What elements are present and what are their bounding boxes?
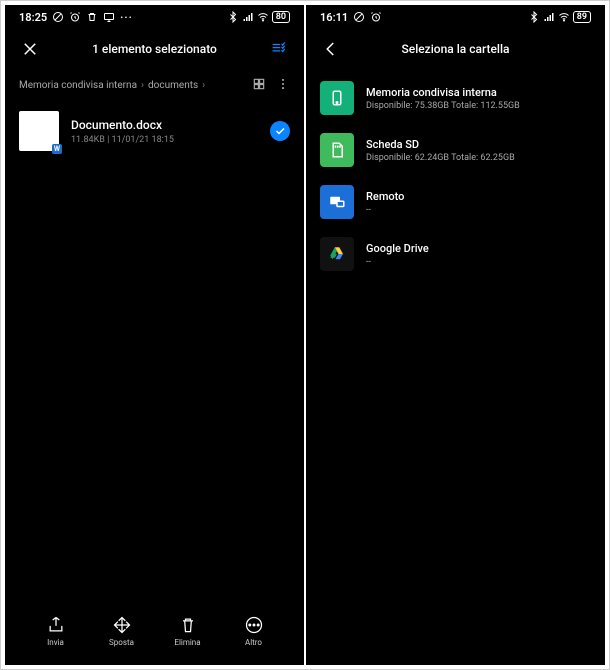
trash-icon <box>86 11 98 23</box>
destination-remote[interactable]: Remoto -- <box>320 185 591 219</box>
file-thumbnail: W <box>19 111 59 151</box>
file-meta: 11.84KB | 11/01/21 18:15 <box>71 135 258 145</box>
close-button[interactable] <box>19 38 41 60</box>
destination-meta: -- <box>366 257 429 267</box>
wifi-icon <box>558 11 570 23</box>
grid-view-button[interactable] <box>252 77 266 94</box>
status-bar: 16:11 89 <box>306 5 605 29</box>
destination-name: Google Drive <box>366 242 429 255</box>
header-title: 1 elemento selezionato <box>5 42 304 56</box>
chevron-right-icon: › <box>202 80 205 91</box>
chevron-right-icon: › <box>141 80 144 91</box>
move-button[interactable]: Sposta <box>100 615 144 647</box>
destination-internal[interactable]: Memoria condivisa interna Disponibile: 7… <box>320 81 591 115</box>
header: 1 elemento selezionato <box>5 29 304 69</box>
signal-icon <box>543 11 555 23</box>
more-label: Altro <box>245 638 262 647</box>
destination-gdrive[interactable]: Google Drive -- <box>320 237 591 271</box>
destination-list: Memoria condivisa interna Disponibile: 7… <box>306 69 605 283</box>
destination-name: Memoria condivisa interna <box>366 86 520 99</box>
header-title: Seleziona la cartella <box>306 42 605 56</box>
destination-name: Scheda SD <box>366 138 515 151</box>
more-options-button[interactable] <box>276 77 290 94</box>
breadcrumb: Memoria condivisa interna › documents › <box>5 69 304 101</box>
back-button[interactable] <box>320 38 342 60</box>
dnd-icon <box>52 11 64 23</box>
bluetooth-icon <box>227 11 239 23</box>
crumb-root[interactable]: Memoria condivisa interna <box>19 80 137 91</box>
more-notifications-icon: ··· <box>120 11 133 24</box>
delete-button[interactable]: Elimina <box>166 615 210 647</box>
google-drive-icon <box>320 237 354 271</box>
screen-file-selection: 18:25 ··· 80 1 elemento selezionato Memo… <box>5 5 304 665</box>
destination-name: Remoto <box>366 190 404 203</box>
signal-icon <box>242 11 254 23</box>
alarm-icon <box>69 11 81 23</box>
alarm-icon <box>370 11 382 23</box>
more-button[interactable]: Altro <box>232 615 276 647</box>
delete-label: Elimina <box>174 638 200 647</box>
clock: 16:11 <box>320 11 348 24</box>
remote-icon <box>320 185 354 219</box>
destination-meta: -- <box>366 205 404 215</box>
selected-check-icon[interactable] <box>270 121 290 141</box>
bottom-action-bar: Invia Sposta Elimina Altro <box>5 607 304 665</box>
send-button[interactable]: Invia <box>34 615 78 647</box>
status-bar: 18:25 ··· 80 <box>5 5 304 29</box>
file-name: Documento.docx <box>71 118 258 132</box>
phone-storage-icon <box>320 81 354 115</box>
dnd-icon <box>353 11 365 23</box>
select-all-button[interactable] <box>268 38 290 60</box>
bluetooth-icon <box>528 11 540 23</box>
wifi-icon <box>257 11 269 23</box>
monitor-icon <box>103 11 115 23</box>
send-label: Invia <box>47 638 64 647</box>
header: Seleziona la cartella <box>306 29 605 69</box>
battery-icon: 80 <box>272 11 290 23</box>
destination-meta: Disponibile: 62.24GB Totale: 62.25GB <box>366 153 515 163</box>
docx-badge-icon: W <box>52 144 62 154</box>
file-item[interactable]: W Documento.docx 11.84KB | 11/01/21 18:1… <box>5 101 304 161</box>
clock: 18:25 <box>19 11 47 24</box>
destination-meta: Disponibile: 75.38GB Totale: 112.55GB <box>366 101 520 111</box>
crumb-folder[interactable]: documents <box>148 80 198 91</box>
destination-sdcard[interactable]: Scheda SD Disponibile: 62.24GB Totale: 6… <box>320 133 591 167</box>
sd-card-icon <box>320 133 354 167</box>
move-label: Sposta <box>109 638 134 647</box>
battery-icon: 89 <box>573 11 591 23</box>
screen-select-folder: 16:11 89 Seleziona la cartella Memoria c… <box>306 5 605 665</box>
